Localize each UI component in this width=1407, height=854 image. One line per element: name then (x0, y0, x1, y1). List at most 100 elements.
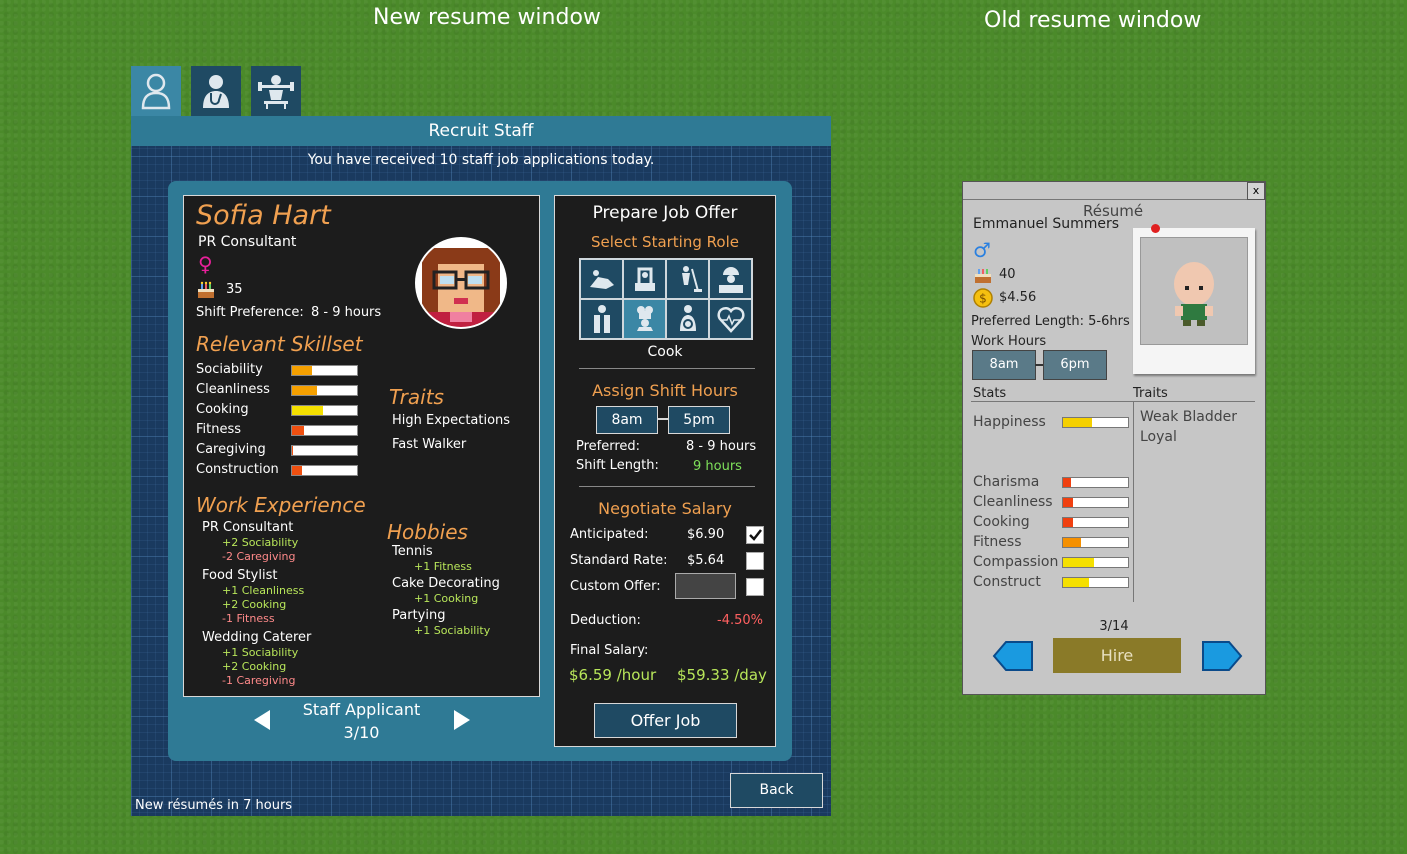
footer-note: New résumés in 7 hours (135, 798, 293, 813)
old-happiness-label: Happiness (973, 414, 1046, 430)
old-prev-button[interactable] (992, 639, 1034, 673)
experience-effect: -2 Caregiving (222, 550, 296, 563)
experience-effect: +1 Sociability (222, 646, 299, 659)
pin-icon (1151, 224, 1160, 233)
old-next-button[interactable] (1201, 639, 1243, 673)
traits-title: Traits (389, 385, 444, 409)
hobby-title: Cake Decorating (392, 576, 500, 591)
old-traits-label: Traits (1133, 386, 1168, 401)
final-day: $59.33 /day (677, 666, 767, 684)
final-label: Final Salary: (570, 643, 649, 658)
skill-bar-fill (292, 386, 317, 395)
hire-button[interactable]: Hire (1053, 638, 1181, 673)
birthday-cake-icon (975, 269, 991, 283)
role-option[interactable] (580, 259, 623, 299)
standard-label: Standard Rate: (570, 553, 668, 568)
skill-bar (291, 365, 358, 376)
next-applicant-button[interactable] (454, 710, 470, 730)
happiness-bar (1062, 417, 1129, 428)
experience-effect: -1 Caregiving (222, 674, 296, 687)
old-trait: Weak Bladder (1140, 409, 1237, 425)
old-end-button[interactable]: 6pm (1043, 350, 1107, 380)
coin-icon: $ (973, 288, 993, 308)
old-stat-bar (1062, 477, 1129, 488)
role-option[interactable] (623, 299, 666, 339)
experience-effect: +1 Cleanliness (222, 584, 305, 597)
old-resume-window: x Résumé Emmanuel Summers ♂ 40 $ $4.56 P… (962, 181, 1266, 695)
skills-title: Relevant Skillset (196, 332, 363, 356)
old-stats-label: Stats (973, 386, 1007, 401)
old-stat-bar (1062, 517, 1129, 528)
shift-start-button[interactable]: 8am (596, 406, 658, 434)
old-trait: Loyal (1140, 429, 1177, 445)
role-option[interactable] (623, 259, 666, 299)
tab-doctor[interactable] (191, 66, 241, 116)
tab-trainer[interactable] (251, 66, 301, 116)
nav-count: 3/10 (343, 723, 380, 742)
anticipated-value: $6.90 (687, 527, 725, 542)
preferred-label: Preferred: (576, 439, 641, 454)
tab-receptionist[interactable] (131, 66, 181, 116)
caption-old: Old resume window (984, 8, 1202, 33)
chef-icon (636, 306, 653, 331)
shift-length-value: 9 hours (693, 459, 742, 474)
offer-job-button[interactable]: Offer Job (594, 703, 737, 738)
happiness-bar-fill (1063, 418, 1093, 427)
caption-new: New resume window (373, 5, 601, 30)
role-option[interactable] (666, 259, 709, 299)
male-icon: ♂ (973, 238, 991, 262)
offer-panel: Prepare Job Offer Select Starting Role C… (554, 195, 776, 747)
custom-offer-input[interactable] (675, 573, 736, 599)
skill-label: Cleanliness (196, 382, 270, 397)
old-stat-bar (1062, 497, 1129, 508)
scanner-icon (634, 267, 655, 291)
birthday-cake-icon (198, 281, 214, 298)
experience-effect: +2 Sociability (222, 536, 299, 549)
standard-checkbox[interactable] (746, 552, 764, 570)
skill-label: Fitness (196, 422, 242, 437)
skill-label: Sociability (196, 362, 263, 377)
salary-title: Negotiate Salary (598, 499, 732, 518)
skill-bar (291, 445, 358, 456)
role-option[interactable] (709, 299, 752, 339)
role-option[interactable] (709, 259, 752, 299)
role-grid (579, 258, 753, 340)
deduction-value: -4.50% (717, 613, 763, 628)
old-stat-bar-fill (1063, 538, 1082, 547)
old-col-divider (1133, 402, 1134, 602)
old-stat-label: Cleanliness (973, 494, 1053, 510)
experience-effect: -1 Fitness (222, 612, 275, 625)
custom-checkbox[interactable] (746, 578, 764, 596)
old-pref-length: Preferred Length: 5-6hrs (971, 314, 1130, 329)
old-work-hours-label: Work Hours (971, 334, 1047, 349)
old-stat-bar-fill (1063, 478, 1071, 487)
janitor-icon (681, 266, 702, 292)
applicant-name: Sofia Hart (196, 200, 331, 231)
divider (579, 368, 755, 369)
preferred-value: 8 - 9 hours (686, 439, 757, 454)
prev-applicant-button[interactable] (254, 710, 270, 730)
custom-label: Custom Offer: (570, 579, 661, 594)
builder-icon (718, 267, 743, 293)
applicant-portrait (415, 237, 507, 329)
female-icon: ♀ (198, 252, 213, 276)
back-button[interactable]: Back (730, 773, 823, 808)
role-title: Select Starting Role (591, 233, 739, 251)
close-button[interactable]: x (1247, 182, 1265, 200)
skill-bar (291, 425, 358, 436)
role-option[interactable] (666, 299, 709, 339)
offer-title: Prepare Job Offer (592, 203, 738, 223)
shift-end-button[interactable]: 5pm (668, 406, 730, 434)
old-age: 40 (999, 267, 1016, 282)
old-stat-label: Compassion (973, 554, 1059, 570)
role-option[interactable] (580, 299, 623, 339)
old-photo-frame (1133, 228, 1255, 374)
old-stat-label: Cooking (973, 514, 1030, 530)
anticipated-checkbox[interactable] (746, 526, 764, 544)
skill-bar-fill (292, 446, 294, 455)
dentist-chair-icon (589, 270, 614, 289)
experience-effect: +2 Cooking (222, 598, 287, 611)
old-start-button[interactable]: 8am (972, 350, 1036, 380)
therapist-icon (679, 305, 696, 331)
anticipated-label: Anticipated: (570, 527, 649, 542)
